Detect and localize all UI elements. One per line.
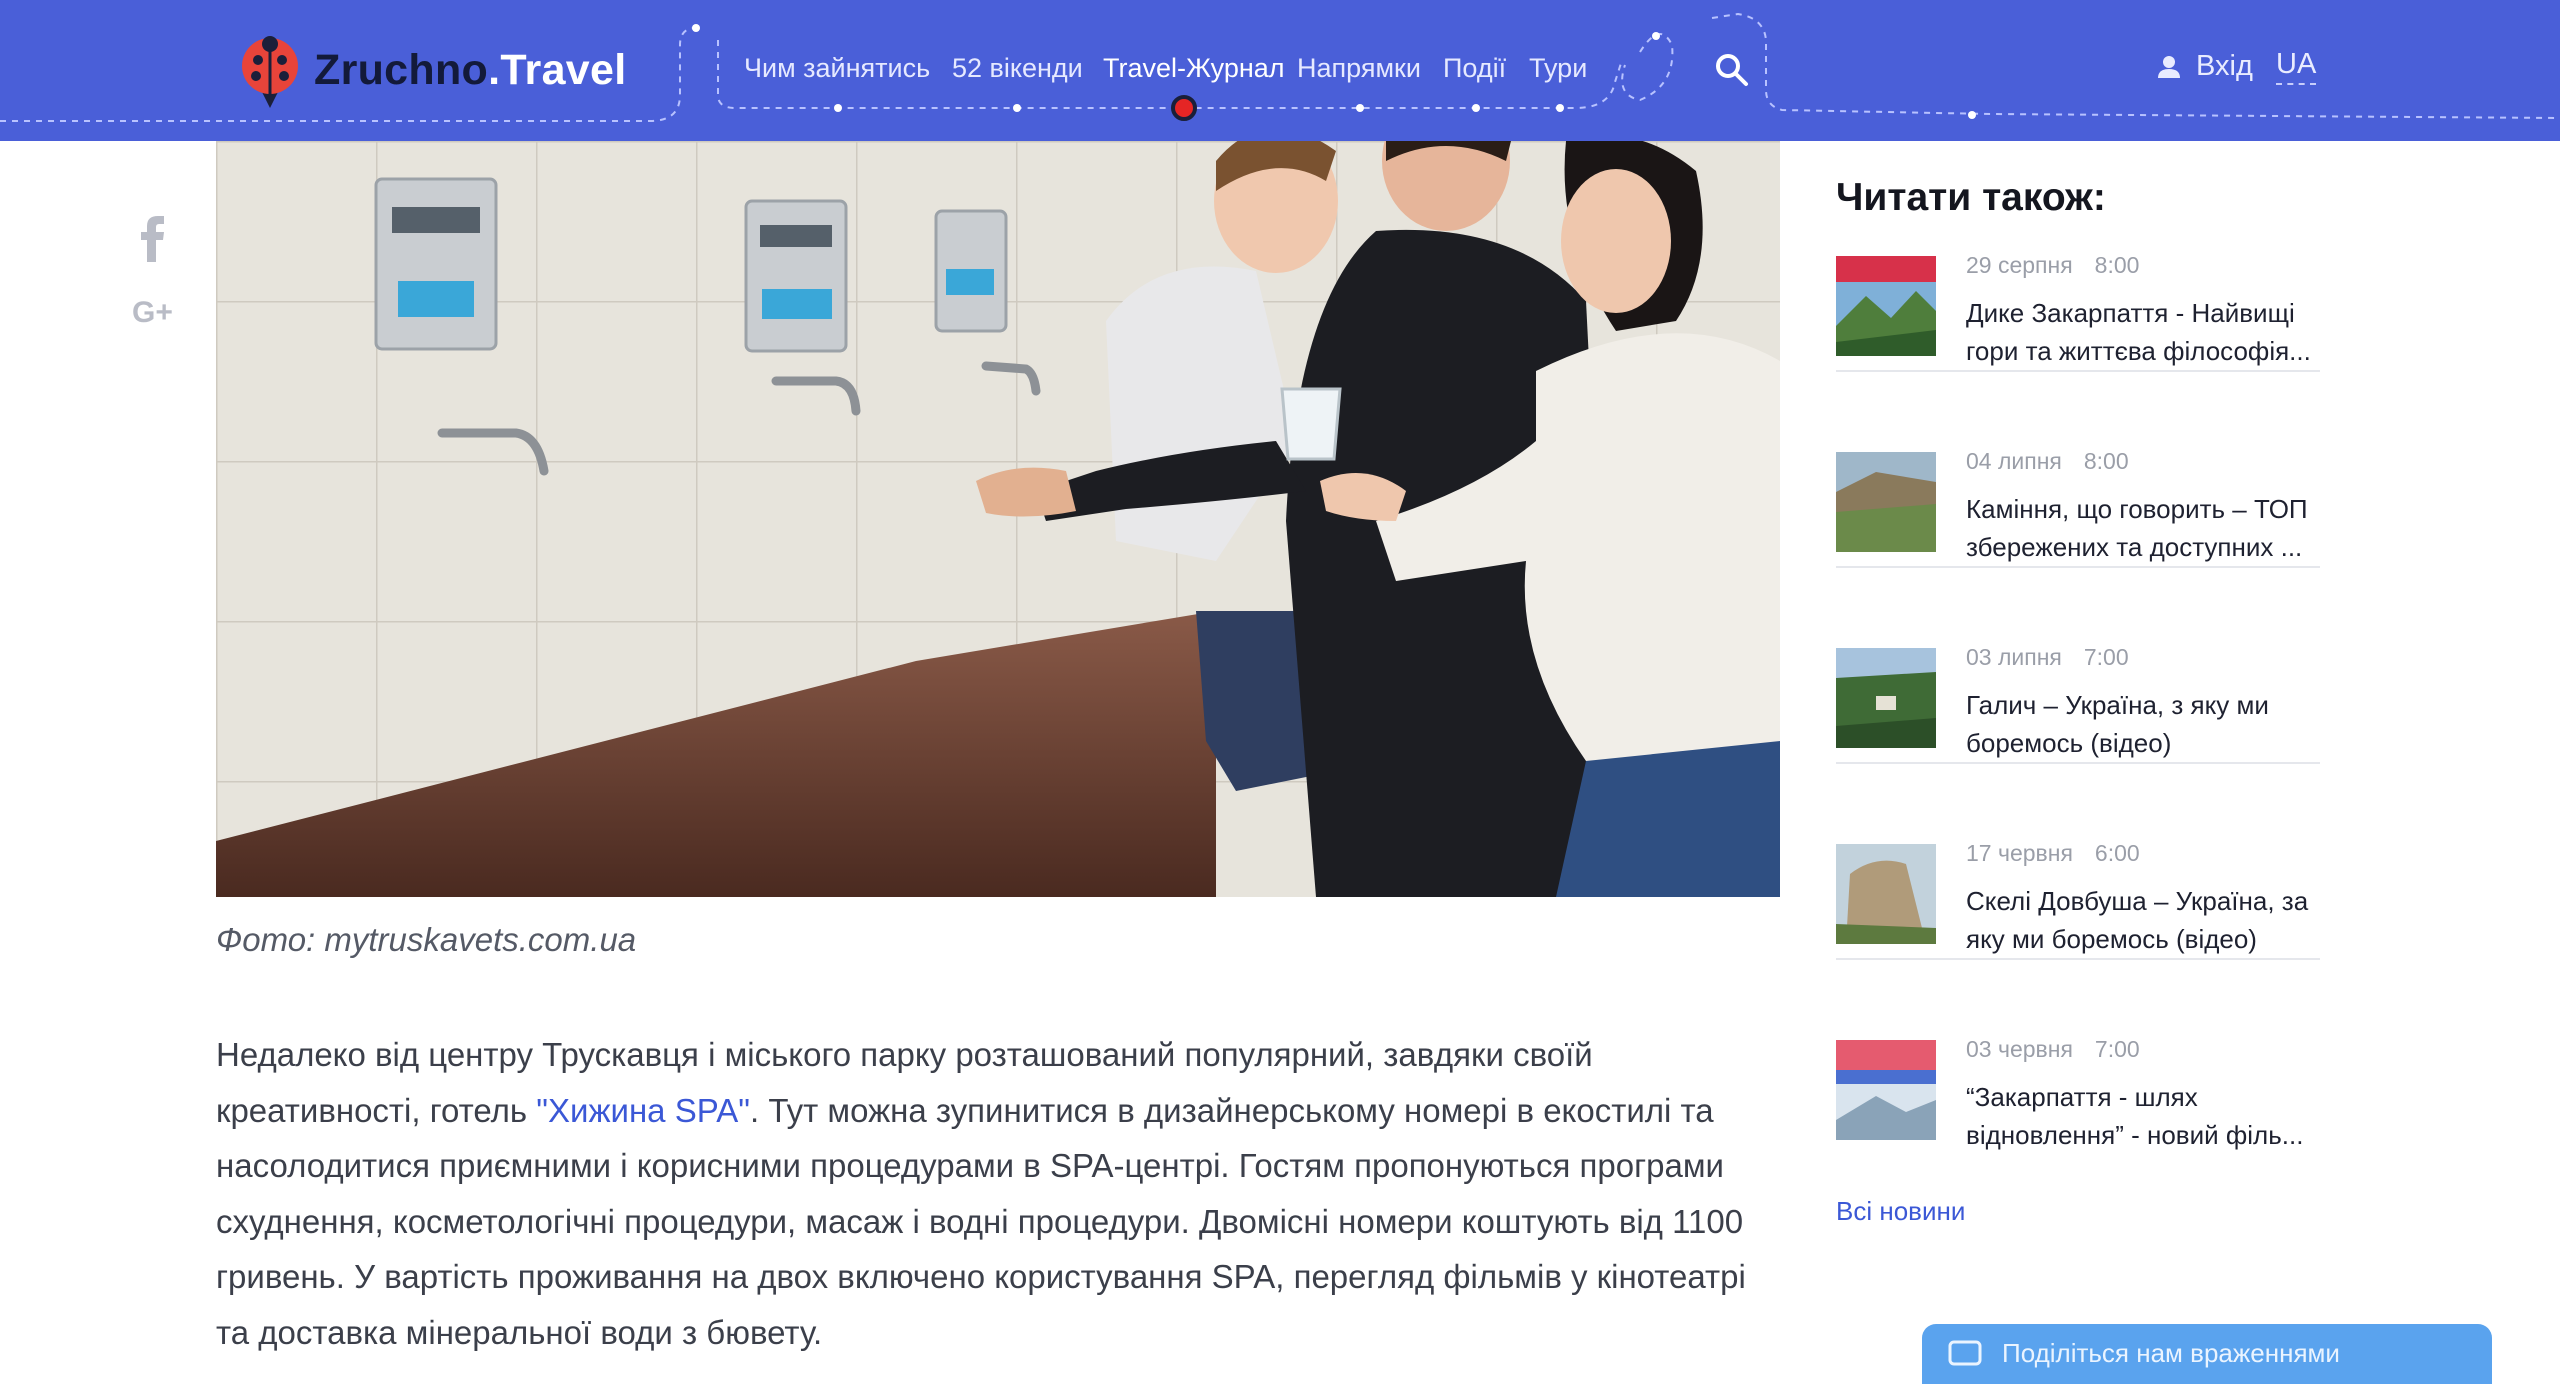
news-item[interactable]: 04 липня 8:00 Каміння, що говорить – ТОП … [1836,372,2320,568]
news-title[interactable]: Скелі Довбуша – Україна, за яку ми борем… [1966,882,2326,958]
nav-item-52-weekends[interactable]: 52 вікенди [952,50,1083,86]
news-thumbnail [1836,1040,1936,1140]
search-button[interactable] [1710,48,1754,92]
chat-icon [1948,1340,1982,1366]
news-thumbnail [1836,452,1936,552]
login-label: Вхід [2196,50,2253,82]
ladybug-icon [242,36,298,108]
news-title[interactable]: “Закарпаття - шлях відновлення” - новий … [1966,1078,2326,1154]
logo-text-part2: .Travel [488,45,627,94]
news-date: 03 червня [1966,1036,2073,1062]
feedback-widget[interactable]: Поділіться нам враженнями [1922,1324,2492,1384]
article-text-part2: . Тут можна зупинитися в дизайнерському … [216,1091,1746,1351]
news-time: 7:00 [2094,1036,2140,1062]
news-date: 29 серпня [1966,252,2073,278]
news-title[interactable]: Галич – Україна, з яку ми боремось (віде… [1966,686,2326,762]
news-meta: 03 липня 7:00 [1966,644,2129,671]
news-thumbnail [1836,648,1936,748]
news-meta: 29 серпня 8:00 [1966,252,2139,279]
facebook-icon[interactable] [138,216,168,262]
nav-item-activities[interactable]: Чим зайнятись [744,50,930,86]
search-icon [1716,54,1748,86]
site-logo[interactable]: Zruchno.Travel [238,30,626,110]
news-time: 8:00 [2094,252,2140,278]
news-date: 17 червня [1966,840,2073,866]
news-thumbnail [1836,844,1936,944]
news-thumbnail [1836,256,1936,356]
news-meta: 04 липня 8:00 [1966,448,2129,475]
news-title[interactable]: Каміння, що говорить – ТОП збережених та… [1966,490,2326,566]
article-text: Недалеко від центру Трускавця і міського… [216,1027,1786,1360]
news-item[interactable]: 03 червня 7:00 “Закарпаття - шлях відновл… [1836,960,2320,1156]
news-meta: 03 червня 7:00 [1966,1036,2140,1063]
article-photo [216,141,1780,897]
login-link[interactable]: Вхід [2156,50,2253,83]
all-news-link[interactable]: Всі новини [1836,1196,1965,1227]
logo-text-part1: Zruchno [314,45,489,94]
active-nav-dot [1171,95,1197,121]
news-time: 8:00 [2083,448,2129,474]
news-date: 03 липня [1966,644,2062,670]
news-time: 6:00 [2094,840,2140,866]
news-item[interactable]: 03 липня 7:00 Галич – Україна, з яку ми б… [1836,568,2320,764]
user-icon [2158,55,2180,78]
news-item[interactable]: 29 серпня 8:00 Дике Закарпаття - Найвищі … [1836,176,2320,372]
news-title[interactable]: Дике Закарпаття - Найвищі гори та життєв… [1966,294,2326,370]
language-switch[interactable]: UA [2276,48,2317,85]
news-item[interactable]: 17 червня 6:00 Скелі Довбуша – Україна, з… [1836,764,2320,960]
news-meta: 17 червня 6:00 [1966,840,2140,867]
news-date: 04 липня [1966,448,2062,474]
feedback-widget-text: Поділіться нам враженнями [2002,1338,2340,1368]
photo-caption: Фото: mytruskavets.com.ua [216,921,637,958]
site-header: Zruchno.Travel Чим зайнятись 52 вікенди … [0,0,2560,141]
news-time: 7:00 [2083,644,2129,670]
nav-item-directions[interactable]: Напрямки [1297,50,1421,86]
nav-item-tours[interactable]: Тури [1529,50,1587,86]
hotel-link[interactable]: "Хижина SPA" [536,1092,750,1129]
google-plus-icon[interactable]: G+ [132,296,173,330]
nav-item-travel-journal[interactable]: Travel-Журнал [1103,50,1285,86]
logo-text: Zruchno.Travel [314,46,626,95]
photo-illustration [216,141,1780,897]
nav-item-events[interactable]: Події [1443,50,1506,86]
